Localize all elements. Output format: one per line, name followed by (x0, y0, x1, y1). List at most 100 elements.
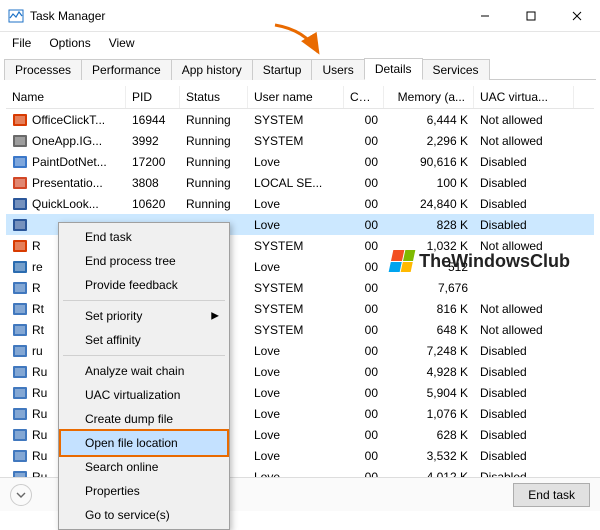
user-cell: SYSTEM (248, 323, 344, 337)
menu-options[interactable]: Options (41, 34, 98, 52)
process-icon (12, 364, 28, 380)
context-menu-item[interactable]: Set priority▶ (61, 304, 227, 328)
col-status[interactable]: Status (180, 86, 248, 108)
minimize-button[interactable] (462, 0, 508, 32)
user-cell: Love (248, 218, 344, 232)
col-cpu[interactable]: CPU (344, 86, 384, 108)
context-menu-item[interactable]: UAC virtualization (61, 383, 227, 407)
user-cell: Love (248, 407, 344, 421)
uac-cell: Disabled (474, 218, 574, 232)
uac-cell: Disabled (474, 344, 574, 358)
mem-cell: 512 (384, 260, 474, 274)
uac-cell: Disabled (474, 449, 574, 463)
cpu-cell: 00 (344, 407, 384, 421)
process-icon (12, 217, 28, 233)
col-name[interactable]: Name (6, 86, 126, 108)
process-name: Ru (32, 365, 47, 379)
mem-cell: 100 K (384, 176, 474, 190)
cpu-cell: 00 (344, 134, 384, 148)
pid-cell: 10620 (126, 197, 180, 211)
process-icon (12, 322, 28, 338)
menubar: File Options View (0, 32, 600, 56)
process-icon (12, 301, 28, 317)
table-row[interactable]: QuickLook...10620RunningLove0024,840 KDi… (6, 193, 594, 214)
context-menu-item[interactable]: Create dump file (61, 407, 227, 431)
process-name: Rt (32, 302, 44, 316)
context-menu-item[interactable]: Provide feedback (61, 273, 227, 297)
cpu-cell: 00 (344, 323, 384, 337)
titlebar: Task Manager (0, 0, 600, 32)
tab-users[interactable]: Users (311, 59, 364, 80)
context-menu-item[interactable]: Properties (61, 479, 227, 503)
context-menu-separator (63, 355, 225, 356)
status-cell: Running (180, 134, 248, 148)
column-header-row: Name PID Status User name CPU Memory (a.… (6, 86, 594, 109)
process-icon (12, 112, 28, 128)
collapse-toggle[interactable] (10, 484, 32, 506)
user-cell: Love (248, 428, 344, 442)
uac-cell: Disabled (474, 407, 574, 421)
mem-cell: 7,676 (384, 281, 474, 295)
menu-file[interactable]: File (4, 34, 39, 52)
uac-cell: Disabled (474, 197, 574, 211)
cpu-cell: 00 (344, 386, 384, 400)
col-uac[interactable]: UAC virtua... (474, 86, 574, 108)
mem-cell: 24,840 K (384, 197, 474, 211)
tabstrip: Processes Performance App history Startu… (0, 56, 600, 80)
context-menu-item[interactable]: Open file location (59, 429, 229, 457)
col-user[interactable]: User name (248, 86, 344, 108)
table-row[interactable]: Presentatio...3808RunningLOCAL SE...0010… (6, 172, 594, 193)
taskmanager-icon (8, 8, 24, 24)
process-icon (12, 280, 28, 296)
user-cell: Love (248, 449, 344, 463)
context-menu-item[interactable]: Go to service(s) (61, 503, 227, 527)
tab-services[interactable]: Services (422, 59, 490, 80)
user-cell: LOCAL SE... (248, 176, 344, 190)
mem-cell: 90,616 K (384, 155, 474, 169)
chevron-right-icon: ▶ (211, 311, 219, 322)
context-menu-item[interactable]: Search online (61, 455, 227, 479)
uac-cell: Disabled (474, 176, 574, 190)
maximize-button[interactable] (508, 0, 554, 32)
process-icon (12, 175, 28, 191)
user-cell: SYSTEM (248, 239, 344, 253)
tab-startup[interactable]: Startup (252, 59, 313, 80)
user-cell: Love (248, 155, 344, 169)
process-name: QuickLook... (32, 197, 99, 211)
user-cell: Love (248, 197, 344, 211)
context-menu-item[interactable]: Analyze wait chain (61, 359, 227, 383)
table-row[interactable]: OfficeClickT...16944RunningSYSTEM006,444… (6, 109, 594, 130)
cpu-cell: 00 (344, 428, 384, 442)
mem-cell: 1,032 K (384, 239, 474, 253)
pid-cell: 17200 (126, 155, 180, 169)
user-cell: SYSTEM (248, 113, 344, 127)
uac-cell: Not allowed (474, 323, 574, 337)
mem-cell: 1,076 K (384, 407, 474, 421)
context-menu-item[interactable]: End process tree (61, 249, 227, 273)
end-task-button[interactable]: End task (513, 483, 590, 507)
context-menu-item[interactable]: Set affinity (61, 328, 227, 352)
user-cell: Love (248, 344, 344, 358)
context-menu-separator (63, 300, 225, 301)
close-button[interactable] (554, 0, 600, 32)
mem-cell: 648 K (384, 323, 474, 337)
cpu-cell: 00 (344, 302, 384, 316)
uac-cell: Not allowed (474, 113, 574, 127)
col-pid[interactable]: PID (126, 86, 180, 108)
context-menu-item[interactable]: End task (61, 225, 227, 249)
table-row[interactable]: OneApp.IG...3992RunningSYSTEM002,296 KNo… (6, 130, 594, 151)
uac-cell: Not allowed (474, 239, 574, 253)
process-icon (12, 427, 28, 443)
tab-performance[interactable]: Performance (81, 59, 172, 80)
cpu-cell: 00 (344, 365, 384, 379)
tab-details[interactable]: Details (364, 58, 423, 80)
mem-cell: 2,296 K (384, 134, 474, 148)
tab-processes[interactable]: Processes (4, 59, 82, 80)
tab-apphistory[interactable]: App history (171, 59, 253, 80)
user-cell: SYSTEM (248, 281, 344, 295)
menu-view[interactable]: View (101, 34, 143, 52)
user-cell: Love (248, 260, 344, 274)
table-row[interactable]: PaintDotNet...17200RunningLove0090,616 K… (6, 151, 594, 172)
col-mem[interactable]: Memory (a... (384, 86, 474, 108)
user-cell: SYSTEM (248, 134, 344, 148)
